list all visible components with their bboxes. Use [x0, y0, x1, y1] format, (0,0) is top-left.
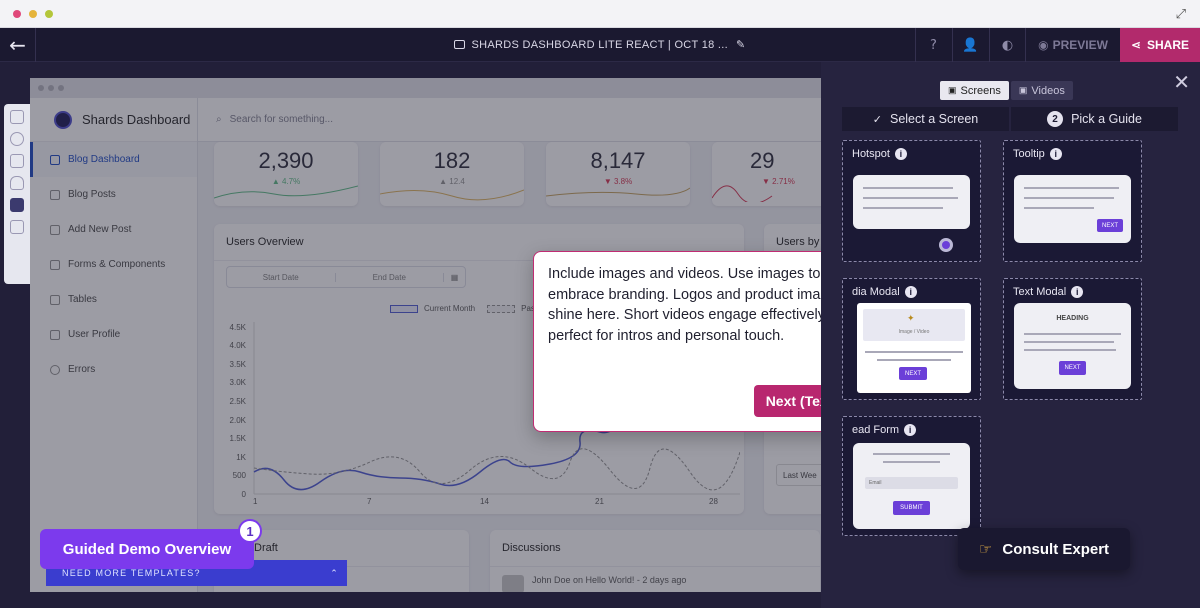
step2-number: 2	[1047, 111, 1064, 127]
mock-line	[1024, 349, 1116, 351]
tab-screens[interactable]: ▣ Screens	[940, 81, 1009, 100]
tools-strip	[4, 104, 30, 284]
video-tool-icon[interactable]	[10, 198, 24, 212]
top-bar: ← SHARDS DASHBOARD LITE REACT | OCT 18 .…	[0, 28, 1200, 62]
mock-line	[1024, 333, 1121, 335]
tooltip-text: Include images and videos. Use images to…	[548, 266, 844, 344]
palette-icon[interactable]: ◐	[989, 28, 1025, 62]
share-label: SHARE	[1147, 38, 1190, 52]
media-modal-title: dia Modal	[852, 286, 900, 298]
share-icon: ⋖	[1130, 38, 1142, 52]
preview-button[interactable]: ◉ PREVIEW	[1025, 28, 1120, 62]
maximize-window-dot[interactable]	[45, 10, 53, 18]
step-select-screen[interactable]: ✓ Select a Screen	[842, 107, 1009, 131]
template-lead-form[interactable]: ead Form i Email SUBMIT	[842, 416, 981, 536]
media-modal-label: dia Modal i	[852, 286, 917, 298]
guided-demo-overview-button[interactable]: Guided Demo Overview	[40, 529, 254, 569]
info-icon[interactable]: i	[894, 148, 907, 160]
expand-icon[interactable]: ⤢	[1176, 7, 1186, 22]
info-icon[interactable]: i	[904, 424, 917, 436]
mock-line	[873, 453, 950, 455]
info-icon[interactable]: i	[904, 286, 917, 298]
tab-videos-label: Videos	[1031, 84, 1065, 97]
capture-tool-icon[interactable]	[10, 154, 24, 168]
edit-pencil-icon[interactable]: ✎	[736, 38, 746, 51]
hotspot-label: Hotspot i	[852, 148, 907, 160]
hotspot-title: Hotspot	[852, 148, 890, 160]
template-text-modal[interactable]: Text Modal i HEADING NEXT	[1003, 278, 1142, 400]
mock-next-button: NEXT	[1097, 219, 1123, 232]
mock-submit-button: SUBMIT	[893, 501, 930, 515]
guide-tooltip: Include images and videos. Use images to…	[533, 251, 864, 432]
upload-tool-icon[interactable]	[10, 132, 24, 146]
guide-panel: ✕ ▣ Screens ▣ Videos ✓ Select a Screen 2 Pic…	[821, 62, 1200, 608]
tooltip-title: Tooltip	[1013, 148, 1045, 160]
consult-expert-label: Consult Expert	[1002, 540, 1110, 558]
eye-icon: ◉	[1038, 38, 1049, 52]
screenshot-icon	[454, 40, 466, 49]
mock-line	[865, 351, 963, 353]
tab-screens-label: Screens	[960, 84, 1001, 97]
template-tooltip[interactable]: Tooltip i NEXT	[1003, 140, 1142, 262]
check-icon: ✓	[872, 112, 882, 126]
document-title-text: SHARDS DASHBOARD LITE REACT | OCT 18 ...	[471, 39, 728, 51]
screens-videos-toggle: ▣ Screens ▣ Videos	[940, 81, 1073, 100]
close-icon[interactable]: ✕	[1173, 70, 1190, 94]
lead-form-label: ead Form i	[852, 424, 917, 436]
mock-line	[1024, 207, 1094, 209]
step-pick-guide[interactable]: 2 Pick a Guide	[1011, 107, 1178, 131]
tooltip-label: Tooltip i	[1013, 148, 1062, 160]
mock-next-button: NEXT	[1059, 361, 1086, 375]
tooltip-mock: NEXT	[1014, 175, 1131, 243]
lead-form-mock: Email SUBMIT	[853, 443, 970, 529]
minimize-window-dot[interactable]	[29, 10, 37, 18]
chevron-up-icon: ⌃	[330, 567, 339, 578]
mock-line	[863, 187, 953, 189]
mock-line	[863, 197, 958, 199]
video-icon: ▣	[1018, 85, 1028, 95]
consult-expert-button[interactable]: ☞ Consult Expert	[958, 528, 1130, 570]
layout-tool-icon[interactable]	[10, 110, 24, 124]
pointer-tool-icon[interactable]	[10, 220, 24, 234]
share-button[interactable]: ⋖ SHARE	[1120, 28, 1200, 62]
media-icon: ✦	[907, 313, 915, 323]
editor-stage: Shards Dashboard Blog Dashboard Blog Pos…	[0, 62, 1200, 608]
mock-line	[863, 207, 943, 209]
template-media-modal[interactable]: dia Modal i Image / Video ✦ NEXT	[842, 278, 981, 400]
hotspot-mock	[853, 175, 970, 229]
step-count-badge: 1	[238, 519, 262, 543]
text-modal-label: Text Modal i	[1013, 286, 1084, 298]
mock-line	[1024, 341, 1114, 343]
info-icon[interactable]: i	[1071, 286, 1084, 298]
guide-steps: ✓ Select a Screen 2 Pick a Guide	[842, 107, 1178, 131]
info-icon[interactable]: i	[1049, 148, 1062, 160]
tab-videos[interactable]: ▣ Videos	[1010, 81, 1073, 100]
mock-email-field: Email	[865, 477, 958, 489]
text-modal-mock: HEADING NEXT	[1014, 303, 1131, 389]
preview-label: PREVIEW	[1052, 38, 1108, 52]
mock-next-button: NEXT	[899, 367, 927, 380]
pointing-hand-icon: ☞	[978, 540, 993, 558]
add-user-icon[interactable]: 👤	[952, 28, 988, 62]
mock-line	[1024, 187, 1119, 189]
mock-line	[883, 461, 940, 463]
template-hotspot[interactable]: Hotspot i	[842, 140, 981, 262]
media-modal-mock: Image / Video ✦ NEXT	[857, 303, 971, 393]
more-templates-label: NEED MORE TEMPLATES?	[62, 568, 201, 578]
hotspot-dot-icon	[939, 238, 953, 252]
mock-heading: HEADING	[1056, 315, 1089, 322]
lead-form-title: ead Form	[852, 424, 900, 436]
close-window-dot[interactable]	[13, 10, 21, 18]
step2-label: Pick a Guide	[1071, 112, 1142, 126]
step1-label: Select a Screen	[889, 112, 979, 126]
mock-line	[1024, 197, 1114, 199]
image-icon: ▣	[948, 85, 957, 95]
window-chrome: ⤢	[0, 0, 1200, 28]
mock-line	[877, 359, 951, 361]
help-icon[interactable]: ?	[915, 28, 951, 62]
text-modal-title: Text Modal	[1013, 286, 1067, 298]
mic-tool-icon[interactable]	[10, 176, 24, 190]
